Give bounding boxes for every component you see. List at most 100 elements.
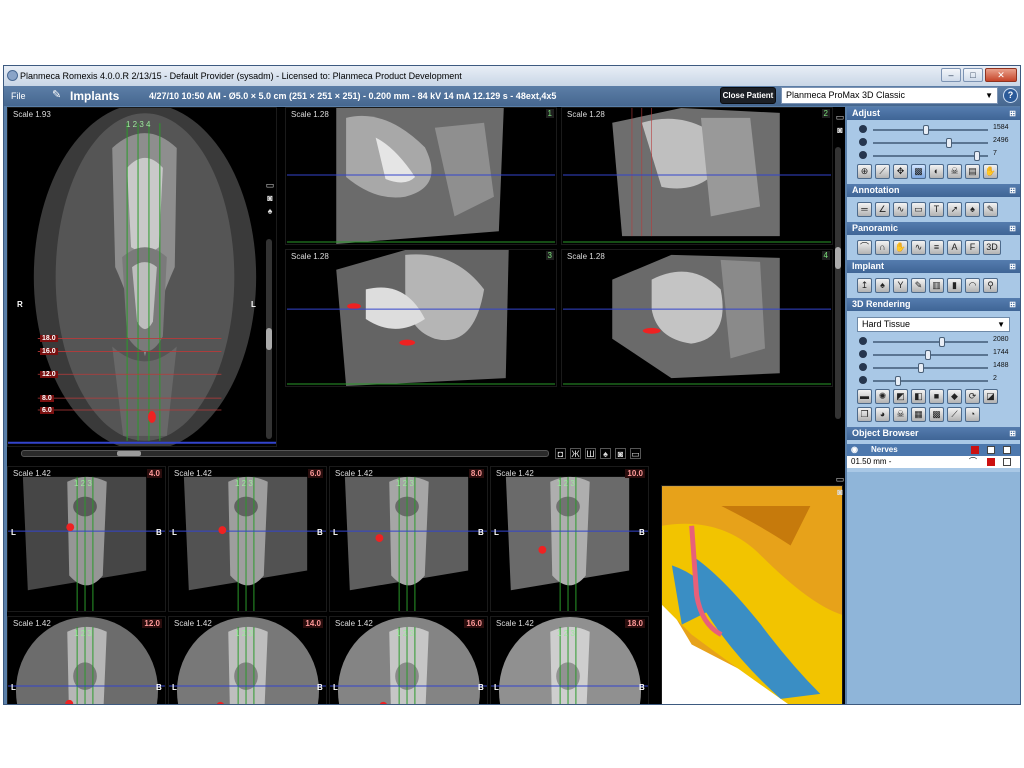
panoramic-header[interactable]: Panoramic ⊞: [847, 222, 1020, 235]
curve-icon[interactable]: ⌒: [857, 240, 872, 255]
cross-section-view-4[interactable]: Scale 1.28 4: [561, 249, 833, 387]
slider-knob[interactable]: [939, 337, 945, 347]
maximize-button[interactable]: □: [963, 68, 983, 82]
library-icon[interactable]: ▥: [929, 278, 944, 293]
help-icon[interactable]: ?: [1003, 88, 1018, 103]
bone-icon[interactable]: Y: [893, 278, 908, 293]
skin-icon[interactable]: ◔: [965, 407, 980, 422]
add-implant-icon[interactable]: ↥: [857, 278, 872, 293]
slider-track[interactable]: [873, 142, 988, 144]
lock-icon[interactable]: ◘: [555, 448, 566, 459]
slices-icon[interactable]: ≡: [929, 240, 944, 255]
angle-icon[interactable]: ∠: [875, 202, 890, 217]
slider-track[interactable]: [873, 155, 988, 157]
cube-icon[interactable]: ❒: [857, 407, 872, 422]
edit-curve-icon[interactable]: ∩: [875, 240, 890, 255]
zoom-icon[interactable]: ⊕: [857, 164, 872, 179]
cross-section-view-2[interactable]: Scale 1.28 2: [561, 107, 833, 245]
slices-icon[interactable]: Ж: [570, 448, 581, 459]
detail-slider[interactable]: 2: [851, 374, 1016, 387]
measure-icon[interactable]: ⟋: [875, 164, 890, 179]
tooth-icon[interactable]: ♠: [965, 202, 980, 217]
slider-track[interactable]: [873, 380, 988, 382]
line-icon[interactable]: ═: [857, 202, 872, 217]
implant-header[interactable]: Implant ⊞: [847, 260, 1020, 273]
minimize-button[interactable]: –: [941, 68, 961, 82]
edit-implant-icon[interactable]: ✎: [911, 278, 926, 293]
adjust-header[interactable]: Adjust ⊞: [847, 107, 1020, 120]
arch-a-icon[interactable]: A: [947, 240, 962, 255]
threshold-slider[interactable]: 1488: [851, 361, 1016, 374]
slice-view[interactable]: Scale 1.42 16.0 1 2 3 L B: [329, 616, 488, 704]
scrollbar-thumb[interactable]: [835, 247, 841, 269]
camera-icon[interactable]: ◙: [835, 126, 845, 135]
rotate-icon[interactable]: ⟳: [965, 389, 980, 404]
close-button[interactable]: ✕: [985, 68, 1017, 82]
clip-icon[interactable]: ◩: [893, 389, 908, 404]
pin-icon[interactable]: ⊞: [1009, 427, 1016, 440]
cross-section-view-3[interactable]: Scale 1.28 3: [285, 249, 557, 387]
visible-checkbox[interactable]: [987, 446, 995, 454]
area-icon[interactable]: ▭: [911, 202, 926, 217]
slider-knob[interactable]: [946, 138, 952, 148]
threed-button[interactable]: 3D: [983, 240, 1001, 255]
annotation-header[interactable]: Annotation ⊞: [847, 184, 1020, 197]
slice-view[interactable]: Scale 1.42 12.0 1 2 3 L B: [7, 616, 166, 704]
guide-icon[interactable]: ⚲: [983, 278, 998, 293]
slider-track[interactable]: [873, 129, 988, 131]
rendering-header[interactable]: 3D Rendering ⊞: [847, 298, 1020, 311]
cross-section-view-1[interactable]: Scale 1.28 1: [285, 107, 557, 245]
camera-icon[interactable]: ◙: [265, 194, 275, 203]
pen-icon[interactable]: ✎: [983, 202, 998, 217]
palette-icon[interactable]: ▩: [929, 407, 944, 422]
teeth-icon[interactable]: Ш: [585, 448, 596, 459]
eye-icon[interactable]: ◉: [851, 444, 858, 456]
light-slider[interactable]: 1744: [851, 348, 1016, 361]
arch-f-icon[interactable]: F: [965, 240, 980, 255]
light-icon[interactable]: ✺: [875, 389, 890, 404]
slider-knob[interactable]: [925, 350, 931, 360]
slice-view[interactable]: Scale 1.42 4.0 1 2 3 L B: [7, 466, 166, 612]
skull-icon[interactable]: ☠: [893, 407, 908, 422]
slider-track[interactable]: [873, 367, 988, 369]
camera-icon[interactable]: ◙: [835, 488, 845, 497]
device-select[interactable]: Planmeca ProMax 3D Classic ▼: [781, 87, 998, 104]
object-browser-header[interactable]: Object Browser ⊞: [847, 427, 1020, 440]
gamma-slider[interactable]: 7: [851, 149, 1016, 162]
nerve-row[interactable]: 01.50 mm - ⌒: [847, 456, 1020, 468]
sleeve-icon[interactable]: ▮: [947, 278, 962, 293]
panoramic-view[interactable]: Scale 1.93 1 2 3 4 R L 18.0 16.0 12.0 8.…: [7, 107, 277, 447]
scrollbar-thumb[interactable]: [266, 328, 272, 350]
fullscreen-icon[interactable]: ▭: [265, 181, 275, 190]
scan-icon[interactable]: ▤: [965, 164, 980, 179]
fullscreen-icon[interactable]: ▭: [835, 475, 845, 484]
file-menu[interactable]: File: [11, 91, 26, 101]
pan-icon[interactable]: ✥: [893, 164, 908, 179]
head-icon[interactable]: ◕: [875, 407, 890, 422]
pin-icon[interactable]: ⊞: [1009, 184, 1016, 197]
slice-view[interactable]: Scale 1.42 8.0 1 2 3 L B: [329, 466, 488, 612]
select-checkbox[interactable]: [1003, 446, 1011, 454]
opacity-slider[interactable]: 2080: [851, 335, 1016, 348]
slice-view[interactable]: Scale 1.42 10.0 1 2 3 L B: [490, 466, 649, 612]
slider-knob[interactable]: [895, 376, 901, 386]
nerves-header-row[interactable]: ◉ Nerves: [847, 444, 1020, 456]
pin-icon[interactable]: ⊞: [1009, 222, 1016, 235]
slice-view[interactable]: Scale 1.42 14.0 1 2 3 L B: [168, 616, 327, 704]
dark-bg-icon[interactable]: ▬: [857, 389, 872, 404]
plane-icon[interactable]: ◆: [947, 389, 962, 404]
hand-icon[interactable]: ✋: [983, 164, 998, 179]
move-curve-icon[interactable]: ✋: [893, 240, 908, 255]
slice-view[interactable]: Scale 1.42 18.0 1 2 3 L B: [490, 616, 649, 704]
reset-icon[interactable]: ◪: [983, 389, 998, 404]
tooth-icon[interactable]: ♠: [265, 207, 275, 216]
panoramic-scrollbar[interactable]: [266, 239, 272, 439]
crown-icon[interactable]: ◠: [965, 278, 980, 293]
ruler-icon[interactable]: ⟋: [947, 407, 962, 422]
slice-view[interactable]: Scale 1.42 6.0 1 2 3 L B: [168, 466, 327, 612]
nerve-icon[interactable]: ∿: [911, 240, 926, 255]
nerve-color[interactable]: [987, 458, 995, 466]
slider-track[interactable]: [873, 341, 988, 343]
tooth-icon[interactable]: ♠: [600, 448, 611, 459]
pin-icon[interactable]: ⊞: [1009, 107, 1016, 120]
